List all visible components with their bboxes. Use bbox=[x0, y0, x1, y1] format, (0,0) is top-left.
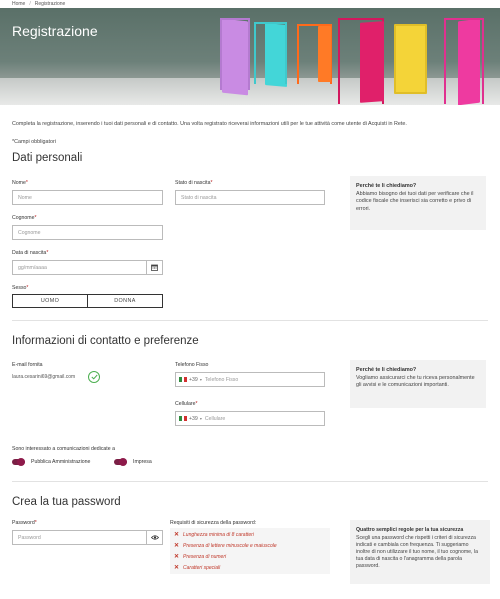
info-box-title: Quattro semplici regole per la tua sicur… bbox=[356, 527, 464, 533]
toggle-impresa-label: Impresa bbox=[133, 459, 152, 465]
sex-option-male[interactable]: UOMO bbox=[13, 295, 87, 307]
section-divider bbox=[12, 481, 488, 482]
cross-icon: ✕ bbox=[174, 532, 180, 538]
birth-state-input[interactable]: Stato di nascita bbox=[175, 190, 325, 205]
intro-text: Completa la registrazione, inserendo i t… bbox=[12, 121, 407, 127]
required-star: * bbox=[26, 285, 29, 291]
info-box-password: Quattro semplici regole per la tua sicur… bbox=[350, 520, 490, 584]
mobile-label-text: Cellulare bbox=[175, 401, 196, 407]
show-password-button[interactable] bbox=[147, 530, 163, 545]
requirement-item: ✕ Caratteri speciali bbox=[174, 562, 326, 573]
email-verified-icon bbox=[88, 371, 100, 383]
name-label-text: Nome bbox=[12, 180, 26, 186]
door-orange bbox=[318, 26, 331, 82]
requirement-text: Caratteri speciali bbox=[183, 564, 221, 571]
door-yellow bbox=[394, 24, 427, 94]
password-requirements-list: ✕ Lunghezza minima di 8 caratteri ✕ Presen… bbox=[170, 528, 330, 574]
info-box-text: Vogliamo assicurarci che tu riceva perso… bbox=[356, 375, 475, 389]
breadcrumb-separator: / bbox=[29, 1, 31, 7]
info-box-personal: Perché te li chiediamo? Abbiamo bisogno … bbox=[350, 176, 486, 230]
required-fields-note: *Campi obbligatori bbox=[12, 139, 57, 145]
toggle-impresa[interactable]: Impresa bbox=[114, 458, 152, 466]
cross-icon: ✕ bbox=[174, 565, 180, 571]
breadcrumb: Home / Registrazione bbox=[12, 0, 65, 8]
calendar-icon bbox=[151, 264, 158, 271]
password-label-text: Password bbox=[12, 520, 35, 526]
birth-state-label: Stato di nascita* bbox=[175, 180, 213, 186]
check-icon bbox=[90, 374, 98, 380]
door-frame-violet bbox=[220, 18, 250, 90]
required-star: * bbox=[34, 520, 37, 526]
section-title-personal: Dati personali bbox=[12, 152, 83, 164]
requirement-text: Presenza di numeri bbox=[183, 553, 227, 560]
requirement-item: ✕ Presenza di lettere minuscole e maiusco… bbox=[174, 540, 326, 551]
section-title-contact: Informazioni di contatto e preferenze bbox=[12, 335, 199, 347]
toggle-pa[interactable]: Pubblica Amministrazione bbox=[12, 458, 91, 466]
requirement-text: Presenza di lettere minuscole e maiuscol… bbox=[183, 542, 277, 549]
breadcrumb-home[interactable]: Home bbox=[12, 0, 25, 8]
phone-placeholder: Telefono Fisso bbox=[204, 376, 239, 383]
info-box-text: Scegli una password che rispetti i crite… bbox=[356, 535, 478, 569]
section-title-password: Crea la tua password bbox=[12, 496, 121, 508]
birthdate-label-text: Data di nascita bbox=[12, 250, 47, 256]
toggle-switch[interactable] bbox=[114, 458, 127, 466]
email-label: E-mail fornita bbox=[12, 362, 43, 368]
password-input[interactable]: Password bbox=[12, 530, 147, 545]
required-star: * bbox=[34, 215, 37, 221]
italy-flag-icon bbox=[179, 377, 188, 382]
name-label: Nome* bbox=[12, 180, 28, 186]
interest-label: Sono interessato a comunicazioni dedicat… bbox=[12, 446, 115, 452]
door-frame-pink bbox=[444, 18, 484, 104]
required-star: * bbox=[46, 250, 49, 256]
cross-icon: ✕ bbox=[174, 554, 180, 560]
sex-option-female[interactable]: DONNA bbox=[87, 295, 162, 307]
requirement-item: ✕ Lunghezza minima di 8 caratteri bbox=[174, 529, 326, 540]
phone-prefix[interactable]: +39 bbox=[189, 377, 198, 383]
info-box-title: Perché te li chiediamo? bbox=[356, 367, 417, 373]
door-magenta bbox=[360, 21, 384, 103]
mobile-input[interactable]: +39 ▾ Cellulare bbox=[175, 411, 325, 426]
section-divider bbox=[12, 320, 488, 321]
breadcrumb-current: Registrazione bbox=[34, 1, 66, 7]
birthdate-label: Data di nascita* bbox=[12, 250, 48, 256]
mobile-placeholder: Cellulare bbox=[204, 415, 226, 422]
mobile-prefix[interactable]: +39 bbox=[189, 416, 198, 422]
phone-input[interactable]: +39 ▾ Telefono Fisso bbox=[175, 372, 325, 387]
password-label: Password* bbox=[12, 520, 37, 526]
requirement-item: ✕ Presenza di numeri bbox=[174, 551, 326, 562]
eye-icon bbox=[150, 535, 159, 540]
toggle-pa-label: Pubblica Amministrazione bbox=[31, 459, 91, 465]
sex-label: Sesso* bbox=[12, 285, 28, 291]
page-title: Registrazione bbox=[12, 23, 98, 39]
info-box-title: Perché te li chiediamo? bbox=[356, 183, 417, 189]
mobile-label: Cellulare* bbox=[175, 401, 198, 407]
phone-label: Telefono Fisso bbox=[175, 362, 209, 368]
info-box-contact: Perché te li chiediamo? Vogliamo assicur… bbox=[350, 360, 486, 408]
surname-input[interactable]: Cognome bbox=[12, 225, 163, 240]
required-star: * bbox=[25, 180, 28, 186]
surname-label-text: Cognome bbox=[12, 215, 35, 221]
calendar-button[interactable] bbox=[147, 260, 163, 275]
birth-state-label-text: Stato di nascita bbox=[175, 180, 211, 186]
name-input[interactable]: Nome bbox=[12, 190, 163, 205]
sex-label-text: Sesso bbox=[12, 285, 27, 291]
required-star: * bbox=[210, 180, 213, 186]
info-box-text: Abbiamo bisogno dei tuoi dati per verifi… bbox=[356, 191, 474, 212]
password-requirements-title: Requisiti di sicurezza della password: bbox=[170, 520, 257, 526]
chevron-down-icon: ▾ bbox=[199, 377, 202, 382]
surname-label: Cognome* bbox=[12, 215, 37, 221]
hero-banner: Registrazione bbox=[0, 8, 500, 105]
birthdate-input[interactable]: gg/mm/aaaa bbox=[12, 260, 147, 275]
requirement-text: Lunghezza minima di 8 caratteri bbox=[183, 531, 254, 538]
required-star: * bbox=[195, 401, 198, 407]
cross-icon: ✕ bbox=[174, 543, 180, 549]
italy-flag-icon bbox=[179, 416, 188, 421]
sex-selector: UOMO DONNA bbox=[12, 294, 163, 308]
door-frame-cyan bbox=[254, 22, 287, 84]
toggle-switch[interactable] bbox=[12, 458, 25, 466]
email-value: laura.cesarini69@gmail.com bbox=[12, 374, 76, 380]
chevron-down-icon: ▾ bbox=[199, 416, 202, 421]
